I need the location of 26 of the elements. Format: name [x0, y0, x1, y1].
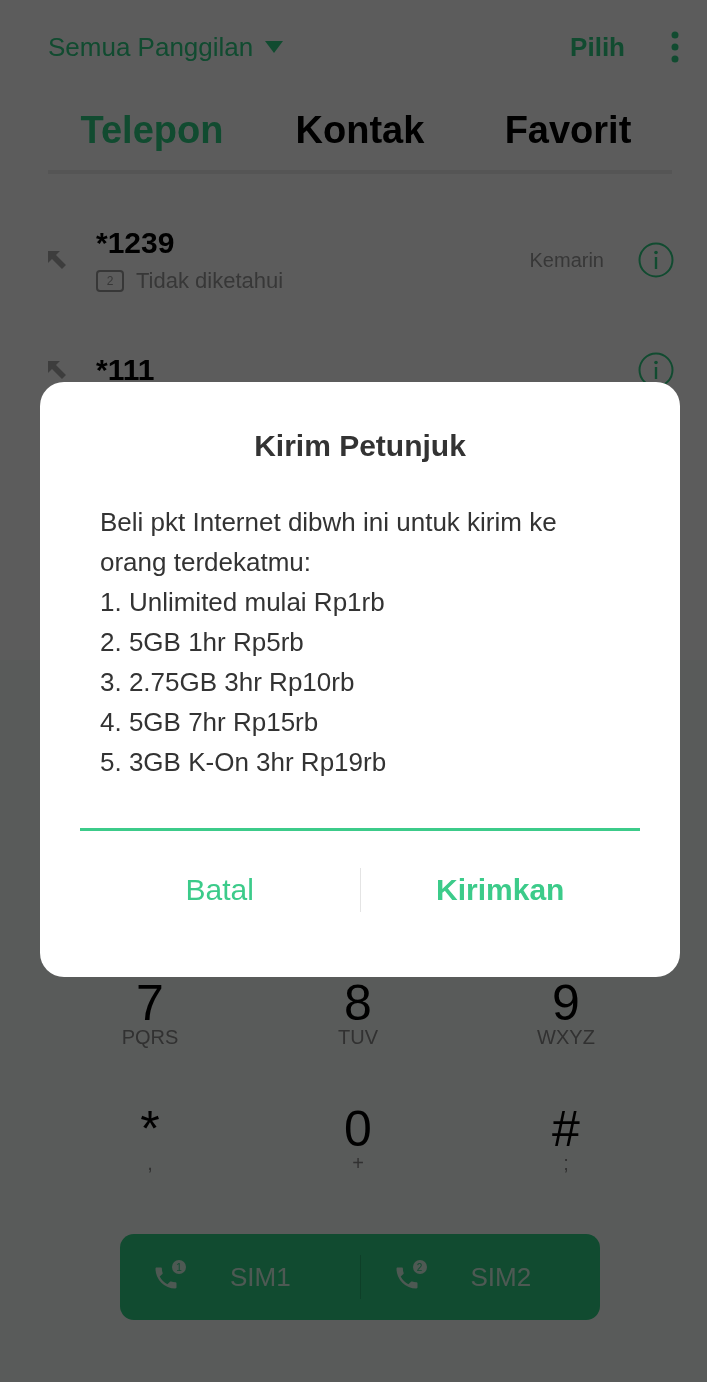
package-option-text: 5. 3GB K-On 3hr Rp19rb: [100, 746, 388, 779]
outgoing-call-arrow-icon: [48, 251, 66, 269]
package-option-text: 1. Unlimited mulai Rp1rb: [100, 586, 386, 619]
dialog-title: Kirim Petunjuk: [253, 428, 467, 464]
call-number: *111: [96, 352, 156, 388]
package-option-text: 2. 5GB 1hr Rp5rb: [100, 626, 305, 659]
send-button[interactable]: Kirimkan: [360, 845, 640, 935]
dropdown-caret-icon[interactable]: [265, 41, 284, 53]
dialog-message: Beli pkt Internet dibwh ini untuk kirim ke orang terdekatmu:: [100, 506, 558, 579]
call-number: *1239: [96, 225, 176, 261]
dial-key[interactable]: 8: [344, 982, 372, 1024]
dial-key[interactable]: 0: [344, 1108, 372, 1150]
dial-key[interactable]: 7: [136, 982, 164, 1024]
tab[interactable]: Kontak: [256, 107, 464, 153]
dial-key[interactable]: 9: [552, 982, 580, 1024]
tab[interactable]: Favorit: [464, 107, 672, 153]
cancel-button[interactable]: Batal: [80, 845, 360, 935]
outgoing-call-arrow-icon: [48, 361, 66, 379]
package-option-text: 3. 2.75GB 3hr Rp10rb: [100, 666, 356, 699]
key-letters: ;: [563, 1151, 569, 1176]
package-option-text: 4. 5GB 7hr Rp15rb: [100, 706, 320, 739]
dial-key[interactable]: *: [140, 1108, 160, 1150]
dial-key[interactable]: #: [552, 1108, 580, 1150]
key-letters: +: [352, 1151, 364, 1176]
more-icon[interactable]: [671, 31, 679, 63]
key-letters: ,: [147, 1151, 153, 1176]
